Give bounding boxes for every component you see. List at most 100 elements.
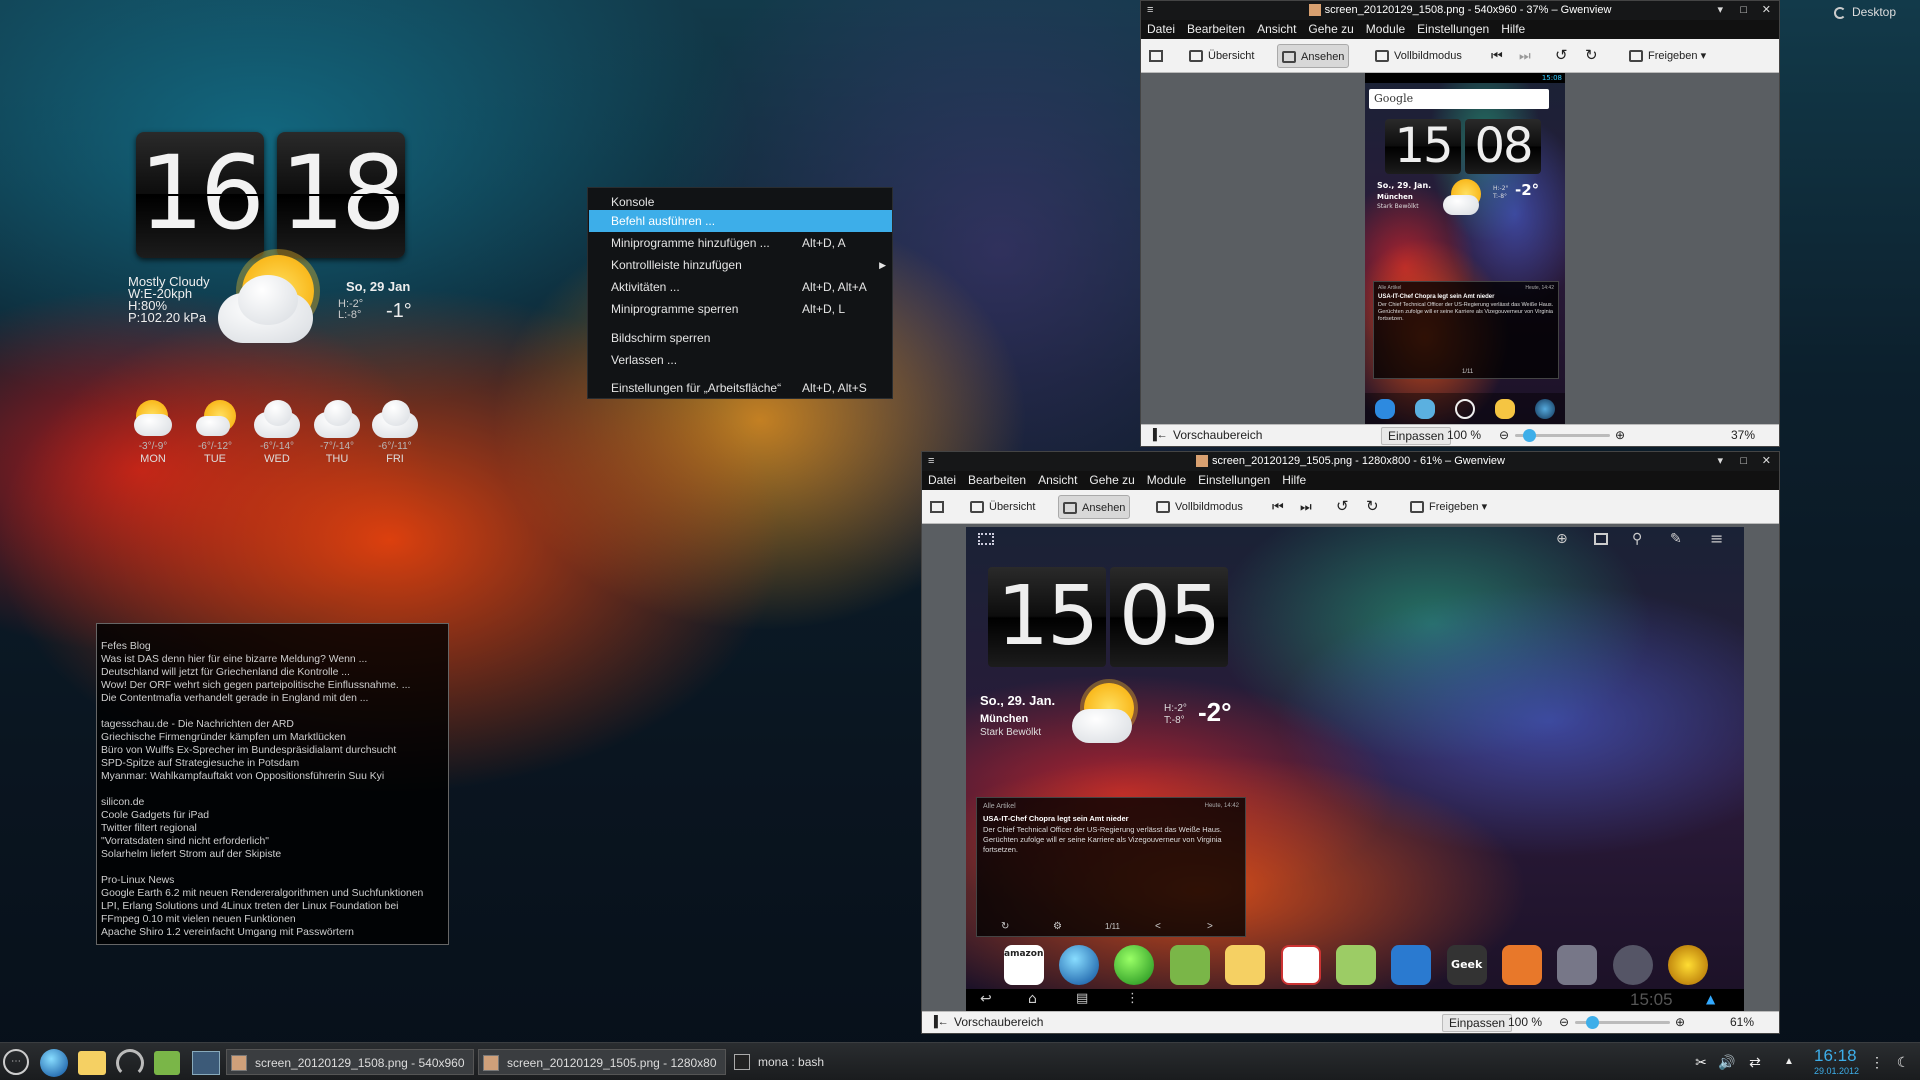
view-button[interactable]: Ansehen bbox=[1277, 44, 1350, 68]
feed-title[interactable]: Fefes Blog bbox=[101, 640, 444, 653]
zoom-in-icon[interactable]: ⊕ bbox=[1615, 425, 1625, 445]
share-button[interactable]: Freigeben ▾ bbox=[1625, 44, 1710, 68]
menu-ansicht[interactable]: Ansicht bbox=[1038, 473, 1077, 487]
feed-item[interactable]: SPD-Spitze auf Strategiesuche in Potsdam bbox=[101, 757, 444, 770]
feed-item[interactable]: Wow! Der ORF wehrt sich gegen parteipoli… bbox=[101, 679, 444, 692]
overview-button[interactable]: Übersicht bbox=[1185, 44, 1258, 68]
overview-button[interactable]: Übersicht bbox=[966, 495, 1039, 519]
task-window-3[interactable]: mona : bash bbox=[730, 1049, 870, 1075]
menu-einstellungen[interactable]: Einstellungen bbox=[1417, 22, 1489, 36]
feed-item[interactable]: Griechische Firmengründer kämpfen um Mar… bbox=[101, 731, 444, 744]
headphones-icon[interactable] bbox=[116, 1049, 144, 1077]
preview-toggle-button[interactable]: Vorschaubereich bbox=[1167, 427, 1268, 445]
previous-button[interactable]: ⏮ bbox=[1268, 495, 1288, 519]
window-menu-icon[interactable]: ≡ bbox=[1147, 1, 1153, 19]
feed-item[interactable]: Solarhelm liefert Strom auf der Skipiste bbox=[101, 848, 444, 861]
menu-datei[interactable]: Datei bbox=[928, 473, 956, 487]
menu-item-add-widgets[interactable]: Miniprogramme hinzufügen ... Alt+D, A bbox=[589, 232, 892, 254]
close-button[interactable]: ✕ bbox=[1762, 1, 1771, 19]
home-button[interactable] bbox=[1145, 44, 1172, 68]
menu-item-activities[interactable]: Aktivitäten ... Alt+D, Alt+A bbox=[589, 276, 892, 298]
feed-title[interactable]: tagesschau.de - Die Nachrichten der ARD bbox=[101, 718, 444, 731]
feed-item[interactable]: Apache Shiro 1.2 vereinfacht Umgang mit … bbox=[101, 926, 444, 939]
feed-title[interactable]: Pro-Linux News bbox=[101, 874, 444, 887]
maximize-button[interactable]: □ bbox=[1740, 1, 1747, 19]
menu-item-leave[interactable]: Verlassen ... bbox=[589, 349, 892, 371]
clock-time[interactable]: 16:18 bbox=[1814, 1046, 1857, 1066]
mail-icon[interactable] bbox=[78, 1051, 106, 1075]
rotate-left-button[interactable]: ↺ bbox=[1332, 495, 1353, 519]
image-view[interactable]: 15:08 Google 15 08 So., 29. Jan. München… bbox=[1141, 73, 1779, 426]
next-button[interactable]: ⏭ bbox=[1296, 495, 1316, 519]
feed-item[interactable]: Was ist DAS denn hier für eine bizarre M… bbox=[101, 653, 444, 666]
menu-bearbeiten[interactable]: Bearbeiten bbox=[1187, 22, 1245, 36]
share-button[interactable]: Freigeben ▾ bbox=[1406, 495, 1491, 519]
system-settings-icon[interactable] bbox=[192, 1051, 220, 1075]
menu-item-desktop-settings[interactable]: Einstellungen für „Arbeitsfläche“ Alt+D, … bbox=[589, 377, 892, 399]
previous-button[interactable]: ⏮ bbox=[1487, 44, 1507, 68]
feed-item[interactable]: LPI, Erlang Solutions und 4Linux treten … bbox=[101, 900, 444, 913]
menu-module[interactable]: Module bbox=[1366, 22, 1405, 36]
window-menu-icon[interactable]: ≡ bbox=[928, 452, 934, 470]
zoom-100-button[interactable]: 100 % bbox=[1441, 427, 1487, 445]
shopping-bag-icon[interactable] bbox=[154, 1051, 180, 1075]
zoom-out-icon[interactable]: ⊖ bbox=[1499, 425, 1509, 445]
rotate-left-button[interactable]: ↺ bbox=[1551, 44, 1572, 68]
zoom-slider-handle[interactable] bbox=[1523, 429, 1537, 442]
menu-gehe-zu[interactable]: Gehe zu bbox=[1308, 22, 1353, 36]
feed-item[interactable]: Google Earth 6.2 mit neuen Rendereralgor… bbox=[101, 887, 444, 900]
window-titlebar[interactable]: ≡ screen_20120129_1505.png - 1280x800 - … bbox=[922, 452, 1779, 471]
volume-icon[interactable]: 🔊 bbox=[1718, 1053, 1736, 1071]
menu-einstellungen[interactable]: Einstellungen bbox=[1198, 473, 1270, 487]
zoom-in-icon[interactable]: ⊕ bbox=[1675, 1012, 1685, 1032]
menu-item-lock-screen[interactable]: Bildschirm sperren bbox=[589, 327, 892, 349]
scissors-icon[interactable]: ✂ bbox=[1692, 1053, 1710, 1071]
sidebar-toggle-icon[interactable]: ▐← bbox=[930, 1012, 949, 1032]
menu-ansicht[interactable]: Ansicht bbox=[1257, 22, 1296, 36]
task-window-1[interactable]: screen_20120129_1508.png - 540x960 bbox=[226, 1049, 474, 1075]
zoom-slider[interactable] bbox=[1515, 429, 1610, 442]
zoom-slider-handle[interactable] bbox=[1585, 1016, 1599, 1029]
zoom-out-icon[interactable]: ⊖ bbox=[1559, 1012, 1569, 1032]
menu-bearbeiten[interactable]: Bearbeiten bbox=[968, 473, 1026, 487]
rss-feed-widget[interactable]: Fefes Blog Was ist DAS denn hier für ein… bbox=[96, 623, 449, 945]
menu-module[interactable]: Module bbox=[1147, 473, 1186, 487]
home-button[interactable] bbox=[926, 495, 953, 519]
minimize-button[interactable]: ▾ bbox=[1717, 452, 1723, 470]
network-icon[interactable]: ⇄ bbox=[1746, 1053, 1764, 1071]
app-launcher-icon[interactable]: ⋯ bbox=[3, 1049, 29, 1075]
next-button[interactable]: ⏭ bbox=[1515, 44, 1535, 68]
rotate-right-button[interactable]: ↻ bbox=[1581, 44, 1602, 68]
browser-icon[interactable] bbox=[40, 1049, 68, 1077]
preview-toggle-button[interactable]: Vorschaubereich bbox=[948, 1014, 1049, 1032]
fullscreen-button[interactable]: Vollbildmodus bbox=[1152, 495, 1247, 519]
task-window-2[interactable]: screen_20120129_1505.png - 1280x80 bbox=[478, 1049, 726, 1075]
menu-item-add-panel[interactable]: Kontrollleiste hinzufügen ▶ bbox=[589, 254, 892, 276]
minimize-button[interactable]: ▾ bbox=[1717, 1, 1723, 19]
expand-tray-icon[interactable]: ▲ bbox=[1780, 1053, 1798, 1071]
feed-item[interactable]: Deutschland will jetzt für Griechenland … bbox=[101, 666, 444, 679]
close-button[interactable]: ✕ bbox=[1762, 452, 1771, 470]
zoom-100-button[interactable]: 100 % bbox=[1502, 1014, 1548, 1032]
feed-item[interactable]: Twitter filtert regional bbox=[101, 822, 444, 835]
feed-item[interactable]: FFmpeg 0.10 mit vielen neuen Funktionen bbox=[101, 913, 444, 926]
menu-datei[interactable]: Datei bbox=[1147, 22, 1175, 36]
clock-date[interactable]: 29.01.2012 bbox=[1814, 1066, 1859, 1076]
fullscreen-button[interactable]: Vollbildmodus bbox=[1371, 44, 1466, 68]
window-titlebar[interactable]: ≡ screen_20120129_1508.png - 540x960 - 3… bbox=[1141, 1, 1779, 20]
view-button[interactable]: Ansehen bbox=[1058, 495, 1131, 519]
feed-item[interactable]: Coole Gadgets für iPad bbox=[101, 809, 444, 822]
feed-item[interactable]: Büro von Wulffs Ex-Sprecher im Bundesprä… bbox=[101, 744, 444, 757]
menu-hilfe[interactable]: Hilfe bbox=[1282, 473, 1306, 487]
feed-item[interactable]: Myanmar: Wahlkampfauftakt von Opposition… bbox=[101, 770, 444, 783]
feed-title[interactable]: silicon.de bbox=[101, 796, 444, 809]
menu-gehe-zu[interactable]: Gehe zu bbox=[1089, 473, 1134, 487]
menu-item-lock-widgets[interactable]: Miniprogramme sperren Alt+D, L bbox=[589, 298, 892, 320]
zoom-slider[interactable] bbox=[1575, 1016, 1670, 1029]
maximize-button[interactable]: □ bbox=[1740, 452, 1747, 470]
menu-hilfe[interactable]: Hilfe bbox=[1501, 22, 1525, 36]
rotate-right-button[interactable]: ↻ bbox=[1362, 495, 1383, 519]
activities-icon[interactable]: ☾ bbox=[1894, 1053, 1912, 1071]
menu-item-run-command[interactable]: Befehl ausführen ... bbox=[589, 210, 892, 232]
feed-item[interactable]: "Vorratsdaten sind nicht erforderlich" bbox=[101, 835, 444, 848]
